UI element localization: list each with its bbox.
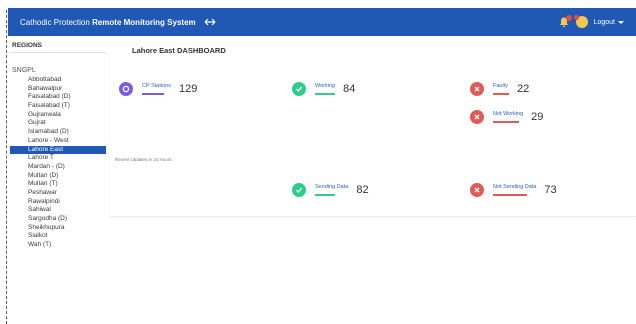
check-icon [292,82,306,96]
stat-value: 84 [343,83,356,95]
stat-value: 129 [178,83,198,95]
region-group-label[interactable]: SNGPL [10,67,106,74]
dashboard-panel: Lahore East DASHBOARD CP Stations 129 Wo… [110,40,636,217]
close-icon [470,110,484,124]
check-icon [292,183,306,197]
close-icon [470,183,484,197]
stat-cp-stations[interactable]: CP Stations 129 [119,82,197,96]
user-badge-dot [573,15,579,20]
circle-dot-icon [119,82,133,96]
stat-not-sending-data[interactable]: Not Sending Data 73 [470,183,557,197]
close-icon [470,82,484,96]
stat-underline [493,194,527,196]
stat-underline [315,194,335,196]
left-dashed-divider [6,10,7,324]
screen: Cathodic Protection Remote Monitoring Sy… [0,0,636,324]
stat-value: 82 [356,184,369,196]
app-title-bold: Remote Monitoring System [92,17,196,27]
stat-underline [315,93,335,95]
sidebar-item-region[interactable]: Rawalpindi [10,198,106,207]
stat-underline [493,93,509,95]
sidebar-item-region[interactable]: Faisalabad (D) [10,93,106,102]
sidebar-item-region[interactable]: Sargodha (D) [10,215,106,224]
sidebar-item-region[interactable]: Multan (T) [10,180,106,189]
sidebar-item-region[interactable]: Sheikhupura [10,224,106,233]
sidebar-item-region[interactable]: Bahawalpur [10,85,106,94]
sidebar-item-region[interactable]: Sialkot [10,232,106,241]
stat-underline [493,121,519,123]
sidebar-item-region[interactable]: Lahore T [10,154,106,163]
notification-dot [565,15,572,21]
stat-value: 29 [531,111,544,123]
user-icon[interactable] [573,15,588,28]
logout-label: Logout [593,18,615,26]
sidebar-header: REGIONS [10,40,106,53]
stat-value: 22 [517,83,530,95]
sidebar-item-region[interactable]: Multan (D) [10,172,106,181]
stat-sending-data[interactable]: Sending Data 82 [292,183,369,197]
stat-label[interactable]: Working [315,83,335,90]
stat-value: 73 [544,184,557,196]
app-title: Cathodic Protection Remote Monitoring Sy… [20,18,196,27]
double-arrow-icon[interactable] [204,18,216,26]
sidebar-item-region[interactable]: Peshawar [10,189,106,198]
topbar-actions: Logout [558,8,624,36]
sidebar-item-region[interactable]: Sahiwal [10,206,106,215]
bell-icon[interactable] [558,15,572,28]
sidebar-item-region[interactable]: Abbottabad [10,76,106,85]
stat-label[interactable]: Not Working [493,111,523,118]
sidebar-item-region[interactable]: Lahore - West [10,137,106,146]
stat-not-working[interactable]: Not Working 29 [470,110,543,124]
dashboard-title: Lahore East DASHBOARD [132,46,226,55]
stat-faulty[interactable]: Faulty 22 [470,82,529,96]
app-title-light: Cathodic Protection [20,17,90,27]
stat-label[interactable]: Not Sending Data [493,184,536,191]
logout-button[interactable]: Logout [594,19,624,26]
sidebar-item-region[interactable]: Gujranwala [10,111,106,120]
stat-label[interactable]: Faulty [493,83,509,90]
sidebar-item-region[interactable]: Faisalabad (T) [10,102,106,111]
sidebar-item-region[interactable]: Islamabad (D) [10,128,106,137]
region-list: Abbottabad Bahawalpur Faisalabad (D) Faisal… [10,76,106,250]
sidebar-item-region[interactable]: Gujrat [10,119,106,128]
chevron-down-icon [618,20,624,24]
sidebar-item-region[interactable]: Mardan - (D) [10,163,106,172]
sidebar: REGIONS SNGPL Abbottabad Bahawalpur Faisal… [10,40,106,324]
stat-label[interactable]: CP Stations [142,83,171,90]
stat-underline [142,93,164,95]
sidebar-item-region[interactable]: Lahore East [10,145,106,155]
top-navbar: Cathodic Protection Remote Monitoring Sy… [8,8,636,36]
update-note: Recent Updates in 24 Hours [115,157,172,162]
stat-label[interactable]: Sending Data [315,184,348,191]
sidebar-item-region[interactable]: Wah (T) [10,241,106,250]
stat-working[interactable]: Working 84 [292,82,355,96]
